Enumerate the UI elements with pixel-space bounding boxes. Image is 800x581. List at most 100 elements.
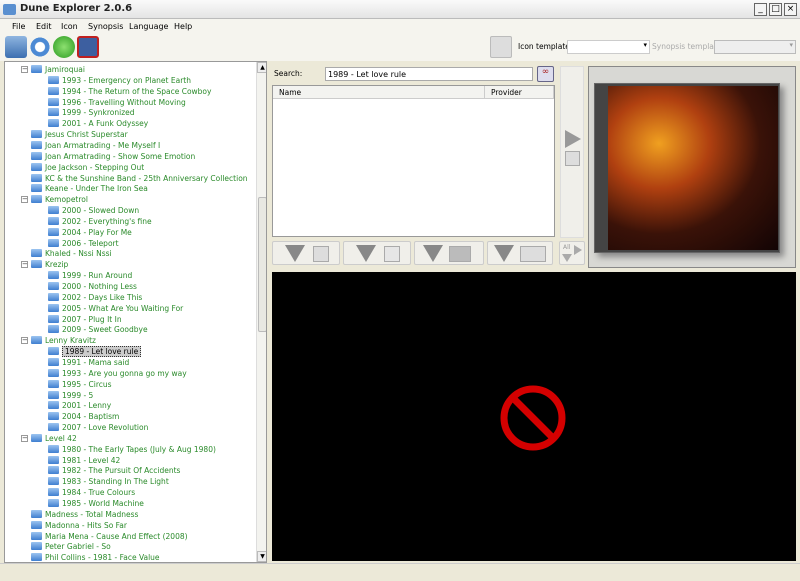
tree-node-label: Peter Gabriel - So bbox=[45, 542, 111, 552]
tree-node-album[interactable]: 2000 - Nothing Less bbox=[48, 281, 137, 292]
tree-node-artist[interactable]: Maria Mena - Cause And Effect (2008) bbox=[31, 531, 188, 542]
tree-node-label: 1993 - Are you gonna go my way bbox=[62, 368, 187, 378]
folder-icon bbox=[48, 97, 59, 106]
folder-icon bbox=[48, 108, 59, 117]
scroll-up-button[interactable]: ▲ bbox=[257, 62, 266, 73]
play-icon[interactable] bbox=[53, 36, 75, 58]
tree-node-album[interactable]: 1984 - True Colours bbox=[48, 487, 135, 498]
edit-template-icon[interactable] bbox=[490, 36, 512, 58]
tree-node-album[interactable]: 2002 - Everything's fine bbox=[48, 216, 152, 227]
tree-node-label: Phil Collins - 1981 - Face Value bbox=[45, 553, 160, 563]
tree-node-album[interactable]: 2007 - Plug It In bbox=[48, 314, 122, 325]
menu-file[interactable]: File bbox=[12, 22, 25, 31]
tree-node-artist[interactable]: Lenny Kravitz bbox=[31, 335, 96, 346]
tree-node-album[interactable]: 2006 - Teleport bbox=[48, 238, 119, 249]
tree-node-artist[interactable]: Joan Armatrading - Show Some Emotion bbox=[31, 151, 195, 162]
folder-icon bbox=[48, 488, 59, 497]
tree-node-album[interactable]: 1983 - Standing In The Light bbox=[48, 476, 169, 487]
open-folder-icon[interactable] bbox=[5, 36, 27, 58]
tree-node-artist[interactable]: Joan Armatrading - Me Myself I bbox=[31, 140, 160, 151]
tree-node-album[interactable]: 1989 - Let love rule bbox=[48, 346, 142, 358]
tree-node-artist[interactable]: Madness - Total Madness bbox=[31, 509, 138, 520]
tree-node-album[interactable]: 1981 - Level 42 bbox=[48, 455, 120, 466]
close-button[interactable]: × bbox=[784, 3, 797, 16]
column-provider[interactable]: Provider bbox=[485, 86, 554, 99]
refresh-icon[interactable] bbox=[29, 36, 51, 58]
tree-node-label: 2002 - Everything's fine bbox=[62, 216, 152, 226]
save-icon[interactable] bbox=[77, 36, 99, 58]
column-name[interactable]: Name bbox=[273, 86, 485, 99]
tree-node-label: Keane - Under The Iron Sea bbox=[45, 184, 148, 194]
tree-node-artist[interactable]: Khaled - Nssi Nssi bbox=[31, 248, 112, 259]
tree-node-album[interactable]: 2004 - Baptism bbox=[48, 411, 119, 422]
tree-node-label: Madness - Total Madness bbox=[45, 509, 139, 519]
tree-node-album[interactable]: 1991 - Mama said bbox=[48, 357, 129, 368]
tree-node-label: Maria Mena - Cause And Effect (2008) bbox=[45, 531, 188, 541]
tree-node-artist[interactable]: Peter Gabriel - So bbox=[31, 541, 111, 552]
collapse-toggle[interactable]: − bbox=[21, 434, 28, 442]
tree-node-artist[interactable]: Krezip bbox=[31, 259, 68, 270]
download-icon-button[interactable] bbox=[272, 241, 340, 265]
tree-scrollbar[interactable]: ▲ ▼ bbox=[256, 62, 266, 562]
menu-icon[interactable]: Icon bbox=[61, 22, 78, 31]
minimize-button[interactable]: _ bbox=[754, 3, 767, 16]
tree-node-album[interactable]: 1982 - The Pursuit Of Accidents bbox=[48, 465, 180, 476]
image-icon[interactable] bbox=[565, 151, 580, 166]
collapse-toggle[interactable]: − bbox=[21, 261, 28, 269]
tree-node-album[interactable]: 1994 - The Return of the Space Cowboy bbox=[48, 86, 211, 97]
scroll-thumb[interactable] bbox=[258, 197, 266, 332]
tree-node-album[interactable]: 2001 - Lenny bbox=[48, 400, 111, 411]
tree-node-artist[interactable]: KC & the Sunshine Band - 25th Anniversar… bbox=[31, 173, 248, 184]
tree-node-album[interactable]: 1993 - Emergency on Planet Earth bbox=[48, 75, 191, 86]
tree-node-album[interactable]: 2004 - Play For Me bbox=[48, 227, 132, 238]
folder-icon bbox=[31, 542, 42, 551]
tree-node-album[interactable]: 2009 - Sweet Goodbye bbox=[48, 324, 148, 335]
tree-node-artist[interactable]: Kemopetrol bbox=[31, 194, 88, 205]
collapse-toggle[interactable]: − bbox=[21, 66, 28, 73]
tree-node-artist[interactable]: Keane - Under The Iron Sea bbox=[31, 183, 148, 194]
menu-synopsis[interactable]: Synopsis bbox=[88, 22, 123, 31]
tree-node-album[interactable]: 1999 - 5 bbox=[48, 390, 93, 401]
binoculars-search-button[interactable]: ∞ bbox=[537, 66, 554, 82]
menu-edit[interactable]: Edit bbox=[36, 22, 52, 31]
synopsis-template-select[interactable]: ▾ bbox=[714, 40, 796, 54]
tree-node-album[interactable]: 1995 - Circus bbox=[48, 379, 112, 390]
tree-node-album[interactable]: 2000 - Slowed Down bbox=[48, 205, 139, 216]
tree-node-album[interactable]: 2001 - A Funk Odyssey bbox=[48, 118, 148, 129]
tree-node-artist[interactable]: Level 42 bbox=[31, 433, 77, 444]
tree-node-album[interactable]: 2005 - What Are You Waiting For bbox=[48, 303, 183, 314]
collapse-toggle[interactable]: − bbox=[21, 196, 28, 204]
tree-node-album[interactable]: 1999 - Run Around bbox=[48, 270, 132, 281]
tree-node-label: 2004 - Play For Me bbox=[62, 227, 132, 237]
search-input[interactable] bbox=[325, 67, 533, 81]
folder-icon bbox=[48, 390, 59, 399]
menu-language[interactable]: Language bbox=[129, 22, 168, 31]
tree-node-artist[interactable]: Joe Jackson - Stepping Out bbox=[31, 162, 144, 173]
tree-node-album[interactable]: 2002 - Days Like This bbox=[48, 292, 142, 303]
download-synopsis-button[interactable] bbox=[343, 241, 411, 265]
menu-help[interactable]: Help bbox=[174, 22, 192, 31]
tree-node-artist[interactable]: Phil Collins - 1981 - Face Value bbox=[31, 552, 160, 563]
tree-node-artist[interactable]: Jesus Christ Superstar bbox=[31, 129, 128, 140]
tree-node-album[interactable]: 2007 - Love Revolution bbox=[48, 422, 148, 433]
tree-node-artist[interactable]: Jamiroquai bbox=[31, 64, 85, 75]
tree-node-artist[interactable]: Madonna - Hits So Far bbox=[31, 520, 127, 531]
tree-node-album[interactable]: 1985 - World Machine bbox=[48, 498, 144, 509]
tree-node-album[interactable]: 1980 - The Early Tapes (July & Aug 1980) bbox=[48, 444, 216, 455]
download-all-button[interactable] bbox=[487, 241, 553, 265]
scroll-down-button[interactable]: ▼ bbox=[257, 551, 266, 562]
tree-node-album[interactable]: 1999 - Synkronized bbox=[48, 107, 135, 118]
search-results-list[interactable]: Name Provider bbox=[272, 85, 555, 237]
maximize-button[interactable]: □ bbox=[769, 3, 782, 16]
apply-all-button[interactable]: All bbox=[559, 241, 585, 265]
apply-arrow-icon[interactable] bbox=[565, 130, 581, 148]
album-tree[interactable]: − Jamiroquai 1993 - Emergency on Planet Ea… bbox=[4, 61, 267, 563]
tree-node-album[interactable]: 1996 - Travelling Without Moving bbox=[48, 97, 186, 108]
folder-icon bbox=[48, 282, 59, 290]
tree-node-album[interactable]: 1993 - Are you gonna go my way bbox=[48, 368, 187, 379]
app-icon bbox=[3, 4, 16, 15]
download-background-button[interactable] bbox=[414, 241, 484, 265]
folder-icon bbox=[48, 216, 59, 225]
icon-template-select[interactable]: ▾ bbox=[567, 40, 650, 54]
collapse-toggle[interactable]: − bbox=[21, 337, 28, 345]
